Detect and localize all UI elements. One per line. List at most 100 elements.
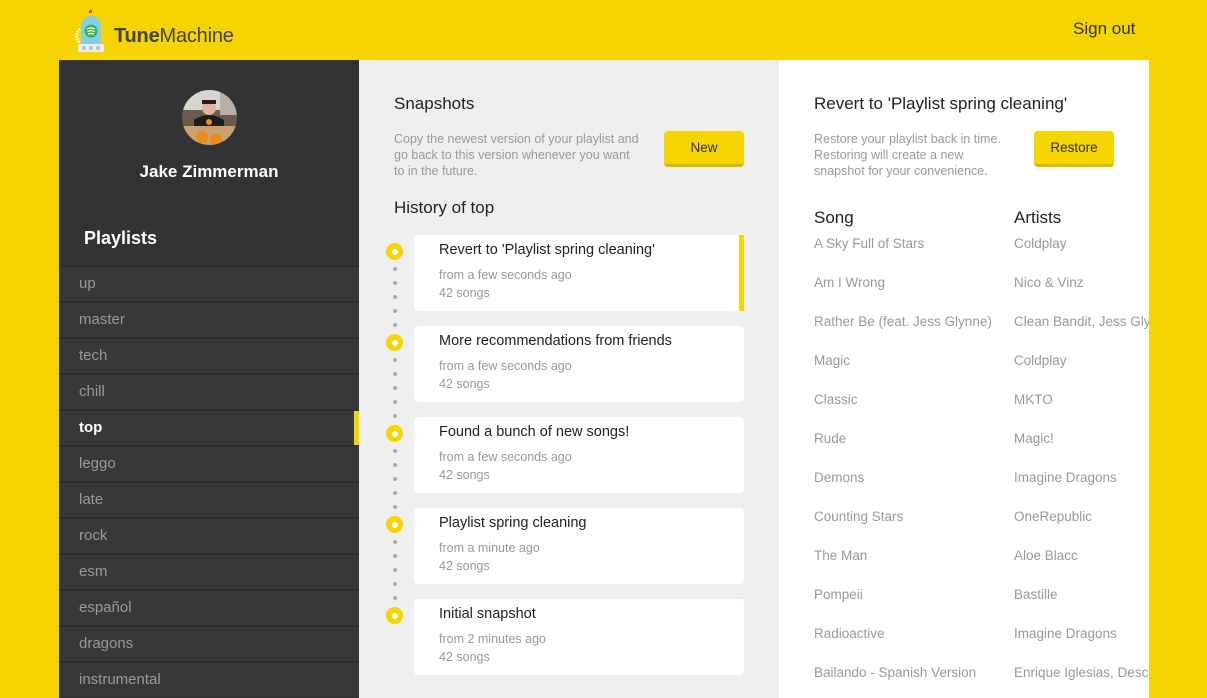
brand-name: TuneMachine	[114, 24, 234, 47]
song-title: Demons	[814, 470, 865, 485]
snapshot-item[interactable]: Playlist spring cleaning from a minute a…	[414, 508, 744, 584]
timeline-dot	[393, 582, 397, 586]
snapshot-item[interactable]: Revert to 'Playlist spring cleaning' fro…	[414, 235, 744, 311]
timeline-dot	[393, 372, 397, 376]
song-artist: OneRepublic	[1014, 509, 1093, 524]
song-title: Pompeii	[814, 587, 863, 602]
playlist-item-dragons[interactable]: dragons	[59, 625, 359, 661]
timeline-node-icon	[386, 425, 403, 442]
snapshot-time: from a few seconds ago	[439, 359, 572, 373]
playlist-item-tech[interactable]: tech	[59, 337, 359, 373]
song-artist: Nico & Vinz	[1014, 275, 1084, 290]
song-title: Magic	[814, 353, 851, 368]
snapshot-title: Revert to 'Playlist spring cleaning'	[439, 242, 655, 258]
song-artist: Coldplay	[1014, 353, 1067, 368]
snapshot-detail-panel: Revert to 'Playlist spring cleaning' Res…	[779, 60, 1149, 698]
timeline-dot	[393, 491, 397, 495]
song-title: A Sky Full of Stars	[814, 236, 925, 251]
playlist-item-master[interactable]: master	[59, 301, 359, 337]
snapshot-song-count: 42 songs	[439, 559, 490, 573]
timeline-dot	[393, 323, 397, 327]
timeline-dot	[393, 358, 397, 362]
snapshot-item[interactable]: Found a bunch of new songs! from a few s…	[414, 417, 744, 493]
playlist-item-up[interactable]: up	[59, 265, 359, 301]
playlist-item-rock[interactable]: rock	[59, 517, 359, 553]
song-artist: Bastille	[1014, 587, 1058, 602]
playlist-item-espanol[interactable]: español	[59, 589, 359, 625]
snapshot-title: Initial snapshot	[439, 606, 536, 622]
user-name: Jake Zimmerman	[139, 162, 279, 181]
snapshots-heading: Snapshots	[394, 94, 475, 113]
timeline-dot	[393, 554, 397, 558]
playlist-item-instrumental[interactable]: instrumental	[59, 661, 359, 697]
song-row: Counting Stars OneRepublic	[779, 509, 1149, 529]
song-title: Radioactive	[814, 626, 885, 641]
song-artist: Aloe Blacc	[1014, 548, 1078, 563]
snapshot-song-count: 42 songs	[439, 650, 490, 664]
timeline-dot	[393, 267, 397, 271]
sidebar: Jake Zimmerman Playlists up master tech …	[59, 60, 359, 698]
song-row: Classic MKTO	[779, 392, 1149, 412]
song-artist: Coldplay	[1014, 236, 1067, 251]
playlist-item-late[interactable]: late	[59, 481, 359, 517]
snapshot-song-count: 42 songs	[439, 468, 490, 482]
timeline-node-icon	[386, 243, 403, 260]
timeline-dot	[393, 568, 397, 572]
song-title: Am I Wrong	[814, 275, 886, 290]
song-artist: Magic!	[1014, 431, 1054, 446]
song-artist: Enrique Iglesias, Descemer Bueno	[1014, 665, 1149, 680]
snapshot-time: from a few seconds ago	[439, 268, 572, 282]
artists-column-header: Artists	[1014, 208, 1062, 227]
song-row: A Sky Full of Stars Coldplay	[779, 236, 1149, 256]
timeline-node-icon	[386, 516, 403, 533]
sign-out-link[interactable]: Sign out	[1073, 19, 1135, 39]
restore-button[interactable]: Restore	[1034, 131, 1114, 167]
song-row: Magic Coldplay	[779, 353, 1149, 373]
song-title: The Man	[814, 548, 868, 563]
snapshot-song-count: 42 songs	[439, 377, 490, 391]
snapshot-item[interactable]: Initial snapshot from 2 minutes ago 42 s…	[414, 599, 744, 675]
song-row: Rude Magic!	[779, 431, 1149, 451]
timeline-node-icon	[386, 334, 403, 351]
detail-heading: Revert to 'Playlist spring cleaning'	[814, 94, 1068, 113]
snapshots-description: Copy the newest version of your playlist…	[394, 132, 639, 178]
song-artist: Imagine Dragons	[1014, 626, 1117, 641]
snapshots-panel: Snapshots Copy the newest version of you…	[359, 60, 779, 698]
playlist-item-chill[interactable]: chill	[59, 373, 359, 409]
song-row: Demons Imagine Dragons	[779, 470, 1149, 490]
song-title: Bailando - Spanish Version	[814, 665, 977, 680]
tune-machine-logo-icon	[75, 10, 104, 52]
snapshot-title: More recommendations from friends	[439, 333, 672, 349]
top-bar: TuneMachine Sign out	[0, 0, 1207, 60]
timeline-dot	[393, 400, 397, 404]
snapshot-title: Playlist spring cleaning	[439, 515, 587, 531]
timeline-dot	[393, 281, 397, 285]
song-title: Counting Stars	[814, 509, 904, 524]
song-title: Rather Be (feat. Jess Glynne)	[814, 314, 992, 329]
restore-description: Restore your playlist back in time. Rest…	[814, 132, 1001, 178]
snapshot-time: from a minute ago	[439, 541, 540, 555]
song-artist: Clean Bandit, Jess Glynne	[1014, 314, 1149, 329]
song-row: Bailando - Spanish Version Enrique Iglesi…	[779, 665, 1149, 685]
playlist-list: up master tech chill top leggo late rock…	[59, 265, 359, 697]
user-photo	[182, 90, 237, 145]
playlist-item-esm[interactable]: esm	[59, 553, 359, 589]
song-row: Am I Wrong Nico & Vinz	[779, 275, 1149, 295]
logo[interactable]: TuneMachine	[72, 10, 234, 54]
snapshot-time: from 2 minutes ago	[439, 632, 546, 646]
new-snapshot-button[interactable]: New	[664, 131, 744, 167]
timeline-dot	[393, 449, 397, 453]
song-title: Classic	[814, 392, 858, 407]
history-heading: History of top	[394, 198, 495, 217]
timeline-dot	[393, 540, 397, 544]
playlist-item-leggo[interactable]: leggo	[59, 445, 359, 481]
timeline-node-icon	[386, 607, 403, 624]
timeline-dot	[393, 463, 397, 467]
timeline-dot	[393, 414, 397, 418]
playlist-item-top[interactable]: top	[59, 409, 359, 445]
snapshot-title: Found a bunch of new songs!	[439, 424, 630, 440]
avatar[interactable]	[182, 90, 237, 145]
snapshot-item[interactable]: More recommendations from friends from a…	[414, 326, 744, 402]
timeline-dot	[393, 596, 397, 600]
song-row: Rather Be (feat. Jess Glynne) Clean Bandi…	[779, 314, 1149, 334]
